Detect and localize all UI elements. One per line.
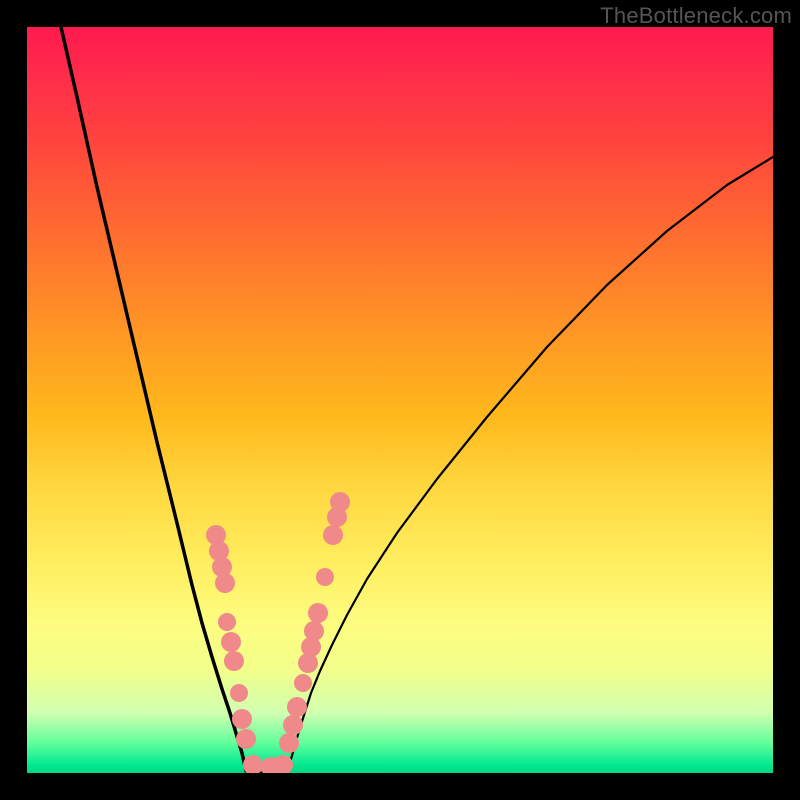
data-marker (279, 733, 299, 753)
data-marker (283, 715, 303, 735)
data-marker (215, 573, 235, 593)
curve-right-branch (287, 157, 773, 771)
data-marker (287, 697, 307, 717)
data-marker (316, 568, 334, 586)
chart-svg (27, 27, 773, 773)
data-marker (294, 674, 312, 692)
curve-group (61, 27, 773, 773)
data-marker (243, 755, 263, 773)
data-marker (304, 621, 324, 641)
data-marker (230, 684, 248, 702)
chart-frame: TheBottleneck.com (0, 0, 800, 800)
data-marker (236, 729, 256, 749)
curve-left-branch (61, 27, 246, 771)
marker-group (206, 492, 350, 773)
data-marker (323, 525, 343, 545)
watermark-label: TheBottleneck.com (600, 3, 792, 29)
data-marker (308, 603, 328, 623)
data-marker (273, 755, 293, 773)
data-marker (330, 492, 350, 512)
data-marker (221, 632, 241, 652)
data-marker (224, 651, 244, 671)
data-marker (232, 709, 252, 729)
data-marker (218, 613, 236, 631)
plot-area (27, 27, 773, 773)
